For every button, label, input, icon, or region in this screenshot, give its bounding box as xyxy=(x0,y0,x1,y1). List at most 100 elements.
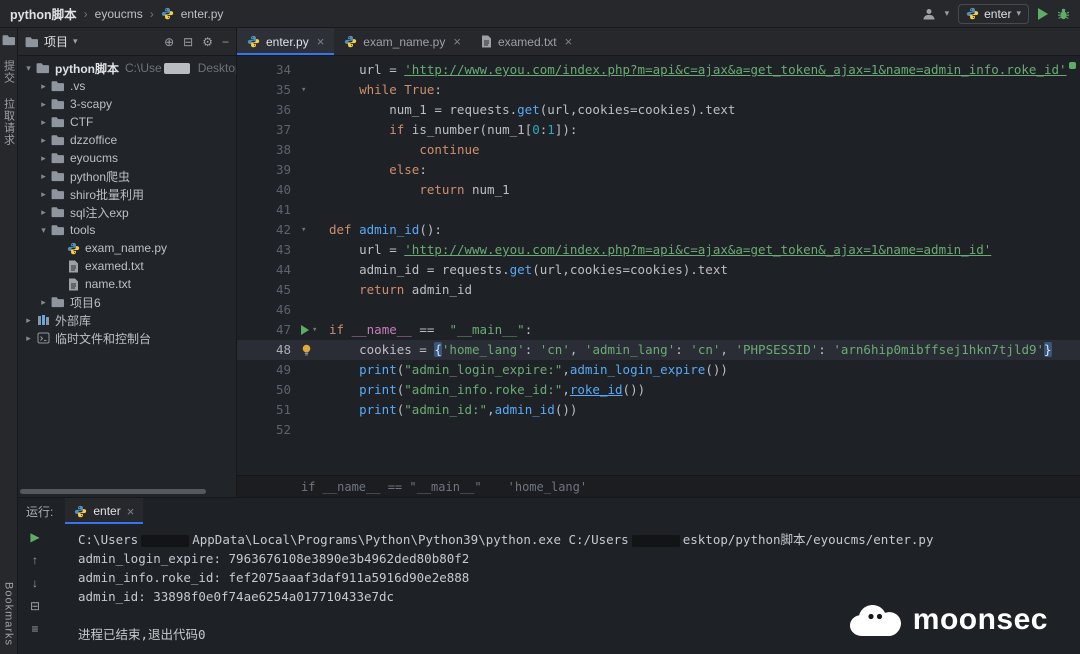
tab-enter.py[interactable]: enter.py × xyxy=(237,28,335,55)
python-icon xyxy=(74,505,87,518)
inspection-indicator[interactable] xyxy=(1069,62,1076,69)
chevron-down-icon[interactable]: ▾ xyxy=(22,63,35,74)
code-line-48[interactable]: 48 cookies = {'home_lang': 'cn', 'admin_… xyxy=(237,340,1080,360)
tab-exam_name.py[interactable]: exam_name.py × xyxy=(334,28,471,55)
code-line-36[interactable]: 36 num_1 = requests.get(url,cookies=cook… xyxy=(237,100,1080,120)
intention-bulb-icon[interactable] xyxy=(301,344,312,357)
run-line-icon[interactable] xyxy=(301,325,309,335)
fold-icon[interactable]: ▾ xyxy=(301,80,306,100)
tree-item-label: eyoucms xyxy=(70,151,119,165)
folder-icon xyxy=(50,116,66,128)
code-line-51[interactable]: 51 print("admin_id:",admin_id()) xyxy=(237,400,1080,420)
tree-item[interactable]: ▾ tools xyxy=(18,221,236,239)
scroll-down-icon[interactable]: ↓ xyxy=(32,577,38,590)
chevron-right-icon[interactable]: ▸ xyxy=(37,81,50,92)
chevron-right-icon[interactable]: ▸ xyxy=(37,189,50,200)
code-line-37[interactable]: 37 if is_number(num_1[0:1]): xyxy=(237,120,1080,140)
code-line-40[interactable]: 40 return num_1 xyxy=(237,180,1080,200)
chevron-right-icon[interactable]: ▸ xyxy=(37,117,50,128)
run-config-selector[interactable]: enter ▾ xyxy=(958,3,1029,24)
scroll-up-icon[interactable]: ↑ xyxy=(32,554,38,567)
tree-item[interactable]: ▸ .vs xyxy=(18,77,236,95)
code-line-42[interactable]: 42 ▾ def admin_id(): xyxy=(237,220,1080,240)
code-line-38[interactable]: 38 continue xyxy=(237,140,1080,160)
chevron-right-icon[interactable]: ▸ xyxy=(37,153,50,164)
code-line-43[interactable]: 43 url = 'http://www.eyou.com/index.php?… xyxy=(237,240,1080,260)
text-icon xyxy=(481,35,492,48)
chevron-right-icon[interactable]: ▸ xyxy=(22,315,35,326)
tree-item[interactable]: ▸ 3-scapy xyxy=(18,95,236,113)
project-scrollbar[interactable] xyxy=(20,489,206,494)
hide-panel-icon[interactable]: − xyxy=(222,36,229,48)
tree-item[interactable]: name.txt xyxy=(18,275,236,293)
run-button[interactable] xyxy=(1038,7,1048,20)
tree-item-path: Desktop\ xyxy=(197,61,236,75)
code-text: print("admin_info.roke_id:",roke_id()) xyxy=(359,382,646,397)
code-line-39[interactable]: 39 else: xyxy=(237,160,1080,180)
tree-item[interactable]: ▾ python脚本 C:\Use Desktop\ xyxy=(18,59,236,77)
close-icon[interactable]: × xyxy=(317,34,325,49)
tree-item[interactable]: ▸ 项目6 xyxy=(18,293,236,311)
fold-icon[interactable]: ▾ xyxy=(301,220,306,240)
close-icon[interactable]: × xyxy=(453,34,461,49)
tree-item[interactable]: exam_name.py xyxy=(18,239,236,257)
chevron-down-icon[interactable]: ▾ xyxy=(73,36,78,47)
settings-icon[interactable]: ⚙ xyxy=(202,36,213,48)
tree-item[interactable]: examed.txt xyxy=(18,257,236,275)
tree-item[interactable]: ▸ shiro批量利用 xyxy=(18,185,236,203)
code-line-45[interactable]: 45 return admin_id xyxy=(237,280,1080,300)
close-icon[interactable]: × xyxy=(127,504,135,519)
editor[interactable]: 34 url = 'http://www.eyou.com/index.php?… xyxy=(237,56,1080,475)
user-icon[interactable] xyxy=(922,7,936,21)
code-line-52[interactable]: 52 xyxy=(237,420,1080,440)
console-line[interactable]: admin_login_expire: 7963676108e3890e3b49… xyxy=(78,549,1080,568)
breadcrumb-project[interactable]: python脚本 xyxy=(10,4,77,23)
tool-stripe-commit[interactable]: 提交 xyxy=(1,60,17,84)
code-line-49[interactable]: 49 print("admin_login_expire:",admin_log… xyxy=(237,360,1080,380)
close-icon[interactable]: × xyxy=(565,34,573,49)
code-line-41[interactable]: 41 xyxy=(237,200,1080,220)
tree-item[interactable]: ▸ 外部库 xyxy=(18,311,236,329)
breadcrumb-file[interactable]: enter.py xyxy=(181,7,224,21)
code-line-34[interactable]: 34 url = 'http://www.eyou.com/index.php?… xyxy=(237,60,1080,80)
tree-item[interactable]: ▸ eyoucms xyxy=(18,149,236,167)
chevron-right-icon[interactable]: ▸ xyxy=(37,207,50,218)
tool-stripe-pull-requests[interactable]: 拉取请求 xyxy=(1,98,17,146)
code-line-50[interactable]: 50 print("admin_info.roke_id:",roke_id()… xyxy=(237,380,1080,400)
tool-stripe-project[interactable] xyxy=(2,34,16,46)
tree-item-label: 3-scapy xyxy=(70,97,113,111)
chevron-right-icon[interactable]: ▸ xyxy=(37,297,50,308)
code-line-47[interactable]: 47 ▾ if __name__ == "__main__": xyxy=(237,320,1080,340)
chevron-right-icon[interactable]: ▸ xyxy=(37,135,50,146)
fold-icon[interactable]: ▾ xyxy=(312,320,317,340)
tab-examed.txt[interactable]: examed.txt × xyxy=(471,28,582,55)
tree-item[interactable]: ▸ 临时文件和控制台 xyxy=(18,329,236,347)
chevron-right-icon[interactable]: ▸ xyxy=(37,171,50,182)
chevron-right-icon[interactable]: ▸ xyxy=(37,99,50,110)
run-tab[interactable]: enter × xyxy=(65,498,144,524)
code-line-35[interactable]: 35 ▾ while True: xyxy=(237,80,1080,100)
rerun-icon[interactable]: ▶ xyxy=(30,531,39,544)
console-line[interactable]: admin_info.roke_id: fef2075aaaf3daf911a5… xyxy=(78,568,1080,587)
tree-item[interactable]: ▸ sql注入exp xyxy=(18,203,236,221)
code-line-44[interactable]: 44 admin_id = requests.get(url,cookies=c… xyxy=(237,260,1080,280)
tree-item[interactable]: ▸ CTF xyxy=(18,113,236,131)
console-line[interactable]: C:\Users AppData\Local\Programs\Python\Py… xyxy=(78,530,1080,549)
collapse-all-icon[interactable]: ⊟ xyxy=(183,36,193,48)
options-icon[interactable]: ≡ xyxy=(31,623,38,636)
code-text: num_1 = requests.get(url,cookies=cookies… xyxy=(329,102,736,117)
tree-item[interactable]: ▸ python爬虫 xyxy=(18,167,236,185)
chevron-right-icon[interactable]: ▸ xyxy=(22,333,35,344)
project-panel-title[interactable]: 项目 xyxy=(44,33,68,50)
tool-stripe-bookmarks[interactable]: Bookmarks xyxy=(3,582,15,646)
project-panel: 项目 ▾ ⊕ ⊟ ⚙− ▾ python脚本 C:\Use Desktop\ ▸ .vs ▸ 3-… xyxy=(18,28,237,497)
breadcrumb-module[interactable]: eyoucms xyxy=(95,7,143,21)
code-line-46[interactable]: 46 xyxy=(237,300,1080,320)
tree-item[interactable]: ▸ dzzoffice xyxy=(18,131,236,149)
debug-button[interactable] xyxy=(1057,7,1070,20)
folder-icon xyxy=(50,98,66,110)
tab-label: examed.txt xyxy=(497,34,557,49)
soft-wrap-icon[interactable]: ⊟ xyxy=(30,600,40,613)
locate-file-icon[interactable]: ⊕ xyxy=(164,36,174,48)
chevron-down-icon[interactable]: ▾ xyxy=(37,225,50,236)
